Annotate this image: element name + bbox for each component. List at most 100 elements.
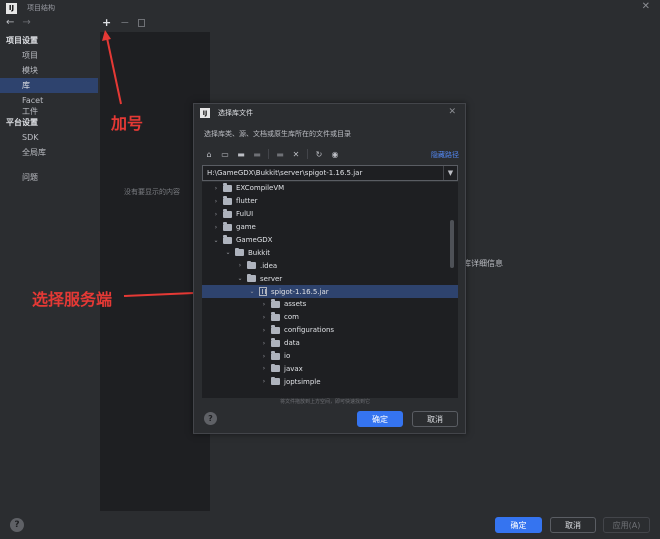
desktop-icon[interactable]: ▭ bbox=[220, 149, 230, 159]
folder-icon bbox=[247, 260, 256, 270]
dialog-title-bar: IJ 选择库文件 ✕ bbox=[194, 104, 465, 122]
chevron-down-icon[interactable]: ⌄ bbox=[248, 288, 256, 295]
chevron-right-icon[interactable]: › bbox=[260, 365, 268, 372]
refresh-icon[interactable]: ↻ bbox=[314, 149, 324, 159]
hide-path-link[interactable]: 隐藏路径 bbox=[431, 150, 459, 160]
chevron-right-icon[interactable]: › bbox=[212, 198, 220, 205]
tree-row[interactable]: ⌄ spigot-1.16.5.jar bbox=[202, 285, 458, 299]
toolbar-separator bbox=[268, 149, 269, 159]
chevron-down-icon[interactable]: ⌄ bbox=[224, 249, 232, 256]
folder-icon bbox=[271, 351, 280, 360]
file-chooser-toolbar: ⌂ ▭ ▬ ▬ ▬ ✕ ↻ ◉ bbox=[204, 149, 340, 159]
file-tree[interactable]: › EXCompileVM › flutter › FulUI › game ⌄ GameGDX ⌄… bbox=[202, 182, 458, 398]
tree-scrollbar[interactable] bbox=[450, 220, 454, 268]
dialog-ok-button[interactable]: 确定 bbox=[357, 411, 403, 427]
tree-row-label: flutter bbox=[236, 197, 258, 206]
path-dropdown-icon[interactable]: ▼ bbox=[443, 166, 457, 180]
tree-row[interactable]: › io bbox=[202, 350, 458, 363]
tree-row-label: io bbox=[284, 352, 291, 361]
chevron-right-icon[interactable]: › bbox=[260, 378, 268, 385]
folder-icon bbox=[271, 312, 280, 321]
show-hidden-icon[interactable]: ◉ bbox=[330, 149, 340, 159]
tree-row-label: EXCompileVM bbox=[236, 184, 285, 193]
plus-annotation-arrow-line bbox=[106, 37, 122, 105]
folder-icon bbox=[223, 235, 232, 244]
dialog-description: 选择库类、源、文档或原生库所在的文件或目录 bbox=[204, 130, 351, 138]
project-folder-icon[interactable]: ▬ bbox=[236, 149, 246, 159]
tree-row-label: joptsimple bbox=[284, 377, 321, 386]
dialog-title: 选择库文件 bbox=[218, 109, 253, 117]
tree-row-label: configurations bbox=[284, 326, 335, 335]
tree-row[interactable]: › game bbox=[202, 221, 458, 234]
folder-icon bbox=[223, 183, 232, 192]
chevron-right-icon[interactable]: › bbox=[212, 211, 220, 218]
new-folder-icon[interactable]: ▬ bbox=[275, 149, 285, 159]
plus-annotation-arrow-head bbox=[102, 30, 111, 41]
chevron-right-icon[interactable]: › bbox=[260, 301, 268, 308]
chevron-right-icon[interactable]: › bbox=[212, 224, 220, 231]
tree-row[interactable]: › EXCompileVM bbox=[202, 182, 458, 195]
help-icon[interactable]: ? bbox=[10, 518, 24, 532]
tree-row[interactable]: › FulUI bbox=[202, 208, 458, 221]
folder-icon bbox=[271, 338, 280, 347]
project-structure-window: IJ 项目结构 ✕ ← → 项目设置 项目 模块 库 Facet 工件 平台设置… bbox=[0, 0, 660, 539]
dialog-cancel-button[interactable]: 取消 bbox=[412, 411, 458, 427]
path-input[interactable]: H:\GameGDX\Bukkit\server\spigot-1.16.5.j… bbox=[202, 165, 458, 181]
tree-row-label: .idea bbox=[260, 261, 278, 270]
tree-row[interactable]: › assets bbox=[202, 298, 458, 311]
tree-row[interactable]: › com bbox=[202, 311, 458, 324]
tree-row[interactable]: ⌄ Bukkit bbox=[202, 246, 458, 259]
tree-row[interactable]: › javax bbox=[202, 362, 458, 375]
tree-row-label: GameGDX bbox=[236, 236, 273, 244]
folder-icon bbox=[223, 222, 232, 231]
tree-row-label: Bukkit bbox=[248, 248, 271, 257]
dialog-close-icon[interactable]: ✕ bbox=[448, 107, 456, 117]
tree-row-label: FulUI bbox=[236, 210, 254, 219]
apply-button[interactable]: 应用(A) bbox=[603, 517, 650, 533]
dialog-help-icon[interactable]: ? bbox=[204, 412, 217, 425]
tree-row[interactable]: ⌄ server bbox=[202, 272, 458, 285]
server-annotation-arrow-line bbox=[123, 292, 195, 297]
annotation-server-label: 选择服务端 bbox=[32, 290, 113, 309]
folder-icon bbox=[223, 196, 232, 205]
tree-row-label: spigot-1.16.5.jar bbox=[271, 287, 329, 296]
jar-icon bbox=[259, 287, 267, 297]
chevron-right-icon[interactable]: › bbox=[260, 314, 268, 321]
toolbar-separator bbox=[307, 149, 308, 159]
path-value: H:\GameGDX\Bukkit\server\spigot-1.16.5.j… bbox=[207, 169, 363, 177]
chevron-right-icon[interactable]: › bbox=[236, 262, 244, 269]
tree-row-label: game bbox=[236, 223, 256, 232]
delete-icon[interactable]: ✕ bbox=[291, 149, 301, 159]
tree-row-label: data bbox=[284, 339, 300, 348]
tree-row-label: server bbox=[260, 274, 283, 283]
folder-icon bbox=[271, 363, 280, 373]
folder-icon bbox=[271, 325, 280, 334]
tree-row[interactable]: › data bbox=[202, 337, 458, 350]
chevron-right-icon[interactable]: › bbox=[212, 185, 220, 192]
tree-row[interactable]: › flutter bbox=[202, 195, 458, 208]
tree-row-label: assets bbox=[284, 300, 307, 309]
folder-icon bbox=[271, 376, 280, 386]
folder-icon bbox=[223, 209, 232, 218]
chevron-down-icon[interactable]: ⌄ bbox=[236, 275, 244, 282]
tree-row[interactable]: › configurations bbox=[202, 324, 458, 337]
chevron-right-icon[interactable]: › bbox=[260, 327, 268, 334]
module-folder-icon[interactable]: ▬ bbox=[252, 149, 262, 159]
tree-row-label: javax bbox=[284, 364, 303, 373]
choose-library-files-dialog: IJ 选择库文件 ✕ 选择库类、源、文档或原生库所在的文件或目录 ⌂ ▭ ▬ ▬… bbox=[193, 103, 466, 434]
folder-icon bbox=[235, 247, 244, 257]
tree-row[interactable]: › joptsimple bbox=[202, 375, 458, 388]
folder-icon bbox=[247, 273, 256, 283]
drag-drop-hint: 将文件拖放到上方空间，即可快速找到它 bbox=[280, 399, 371, 405]
annotation-plus-label: 加号 bbox=[111, 114, 144, 133]
home-icon[interactable]: ⌂ bbox=[204, 149, 214, 159]
chevron-right-icon[interactable]: › bbox=[260, 353, 268, 360]
intellij-logo-icon: IJ bbox=[200, 108, 210, 118]
tree-row[interactable]: ⌄ GameGDX bbox=[202, 234, 458, 247]
cancel-button[interactable]: 取消 bbox=[550, 517, 596, 533]
chevron-down-icon[interactable]: ⌄ bbox=[212, 237, 220, 244]
ok-button[interactable]: 确定 bbox=[495, 517, 542, 533]
chevron-right-icon[interactable]: › bbox=[260, 340, 268, 347]
tree-row[interactable]: › .idea bbox=[202, 259, 458, 272]
tree-row-label: com bbox=[284, 313, 299, 322]
